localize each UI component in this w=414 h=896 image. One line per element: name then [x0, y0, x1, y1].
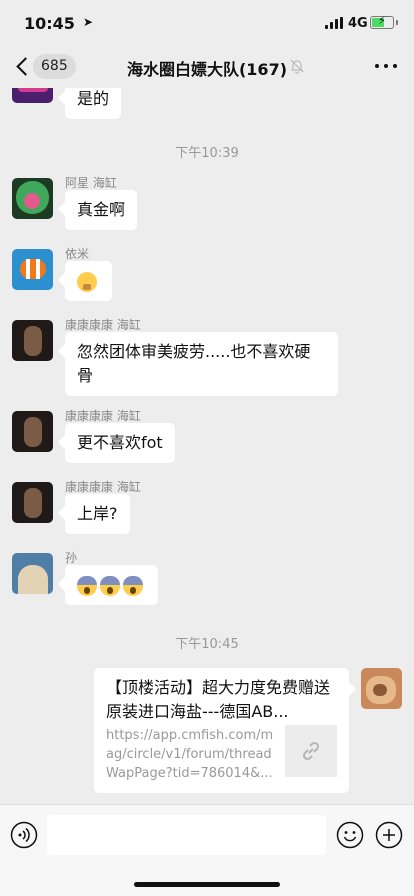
voice-icon[interactable] [10, 821, 38, 849]
sender-name: 康康康康 海缸 [65, 318, 141, 332]
sender-name: 康康康康 海缸 [65, 480, 141, 494]
message-text: 真金啊 [77, 200, 126, 219]
avatar[interactable] [12, 249, 53, 290]
screaming-face-emoji [77, 575, 97, 596]
emoji-icon[interactable] [336, 821, 364, 849]
battery-icon: ⚡ [370, 14, 398, 29]
sender-name: 阿星 海缸 [65, 176, 117, 190]
network-type: 4G [348, 16, 368, 31]
back-chevron-icon[interactable] [12, 53, 34, 79]
status-time: 10:45 [24, 14, 75, 33]
message-input[interactable] [47, 815, 326, 855]
message-bubble[interactable]: 更不喜欢fot [65, 423, 175, 463]
time-separator: 下午10:45 [175, 637, 239, 652]
sender-name: 依米 [65, 247, 90, 261]
plus-icon[interactable] [375, 821, 403, 849]
nav-bar: 685 海水圈白嫖大队(167) [0, 44, 414, 88]
avatar[interactable] [12, 320, 53, 361]
message-text: 更不喜欢fot [77, 433, 163, 452]
my-avatar[interactable] [361, 668, 402, 709]
avatar[interactable] [12, 411, 53, 452]
link-icon [285, 725, 337, 777]
screaming-face-emoji [123, 575, 143, 596]
link-card-url: https://app.cmfish.com/mag/circle/v1/for… [106, 728, 274, 781]
avatar[interactable] [12, 88, 53, 103]
avatar[interactable] [12, 553, 53, 594]
sender-name: 康康康康 海缸 [65, 409, 141, 423]
link-card[interactable]: 【顶楼活动】超大力度免费赠送原装进口海盐---德国AB... https://a… [94, 668, 349, 793]
location-arrow-icon: ➤ [83, 15, 94, 29]
more-options-button[interactable] [375, 64, 397, 70]
thinking-face-emoji [77, 271, 97, 292]
message-bubble[interactable]: 是的 [65, 88, 122, 119]
screaming-face-emoji [100, 575, 120, 596]
signal-icon [325, 17, 343, 29]
chat-title: 海水圈白嫖大队(167) [126, 60, 288, 79]
status-bar: 10:45 ➤ 4G ⚡ [0, 0, 414, 44]
avatar[interactable] [12, 482, 53, 523]
message-bubble[interactable]: 上岸? [65, 494, 130, 534]
chat-area[interactable]: 是的 下午10:39 阿星 海缸 真金啊 依米 康康康康 海缸 忽然团体审美疲劳… [0, 88, 414, 804]
home-indicator [134, 882, 280, 887]
input-bar [0, 804, 414, 896]
mute-bell-icon [290, 59, 304, 74]
message-bubble[interactable] [65, 261, 112, 301]
message-text: 忽然团体审美疲劳.....也不喜欢硬骨 [77, 342, 311, 385]
link-card-title: 【顶楼活动】超大力度免费赠送原装进口海盐---德国AB... [106, 678, 331, 721]
message-bubble[interactable] [65, 565, 158, 605]
sender-name: 孙 [65, 551, 78, 565]
avatar[interactable] [12, 178, 53, 219]
message-bubble[interactable]: 忽然团体审美疲劳.....也不喜欢硬骨 [65, 332, 338, 396]
time-separator: 下午10:39 [175, 146, 239, 161]
message-bubble[interactable]: 真金啊 [65, 190, 138, 230]
message-text: 上岸? [77, 504, 118, 523]
message-text: 是的 [77, 89, 110, 108]
